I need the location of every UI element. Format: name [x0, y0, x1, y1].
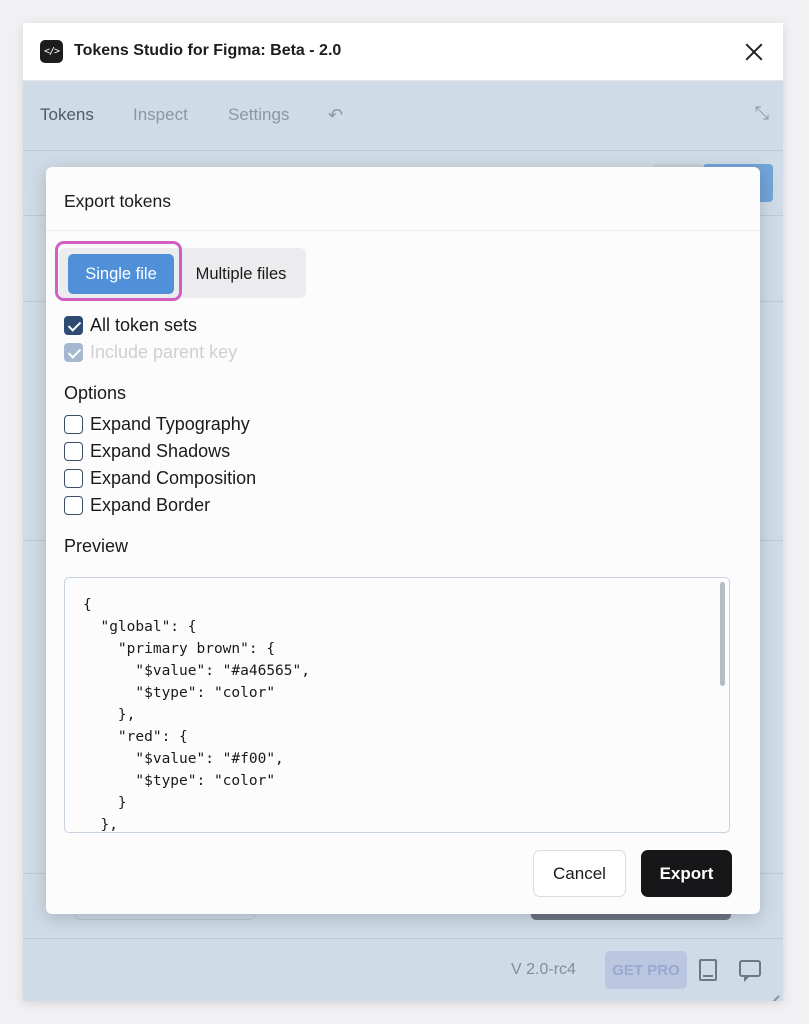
expand-shadows-checkbox[interactable] — [64, 441, 83, 461]
close-icon[interactable] — [743, 41, 765, 63]
preview-heading: Preview — [64, 536, 129, 556]
expand-typography-checkbox[interactable] — [64, 414, 83, 434]
expand-composition-row[interactable]: Expand Composition — [64, 467, 256, 489]
multiple-files-option[interactable]: Multiple files — [183, 254, 299, 294]
all-token-sets-row[interactable]: All token sets — [64, 314, 197, 336]
export-button[interactable]: Export — [641, 850, 732, 897]
scrollbar-thumb[interactable] — [720, 582, 725, 686]
plugin-window: </> Tokens Studio for Figma: Beta - 2.0 … — [23, 23, 783, 1001]
export-mode-toggle: Single file Multiple files — [55, 241, 306, 301]
dialog-title: Export tokens — [64, 191, 171, 211]
window-titlebar: </> Tokens Studio for Figma: Beta - 2.0 — [23, 23, 783, 81]
preview-code-area[interactable]: { "global": { "primary brown": { "$value… — [64, 577, 730, 833]
include-parent-key-row: Include parent key — [64, 341, 237, 363]
checkbox-label: Expand Composition — [90, 467, 257, 488]
checkbox-label: Include parent key — [90, 341, 238, 362]
window-title: Tokens Studio for Figma: Beta - 2.0 — [74, 42, 342, 59]
expand-shadows-row[interactable]: Expand Shadows — [64, 440, 230, 462]
expand-border-checkbox[interactable] — [64, 495, 83, 515]
expand-composition-checkbox[interactable] — [64, 468, 83, 488]
all-token-sets-checkbox[interactable] — [64, 315, 83, 335]
checkbox-label: Expand Shadows — [90, 440, 231, 461]
include-parent-key-checkbox — [64, 342, 83, 362]
export-tokens-dialog: Export tokens Single file Multiple files… — [46, 167, 760, 914]
options-heading: Options — [64, 383, 127, 403]
checkbox-label: Expand Typography — [90, 413, 250, 434]
expand-border-row[interactable]: Expand Border — [64, 494, 210, 516]
code-brackets-icon: </> — [40, 40, 63, 63]
cancel-button[interactable]: Cancel — [533, 850, 626, 897]
checkbox-label: All token sets — [90, 314, 198, 335]
expand-typography-row[interactable]: Expand Typography — [64, 413, 250, 435]
dialog-header: Export tokens — [46, 167, 760, 231]
checkbox-label: Expand Border — [90, 494, 211, 515]
preview-json: { "global": { "primary brown": { "$value… — [83, 597, 310, 833]
single-file-option[interactable]: Single file — [68, 254, 174, 294]
